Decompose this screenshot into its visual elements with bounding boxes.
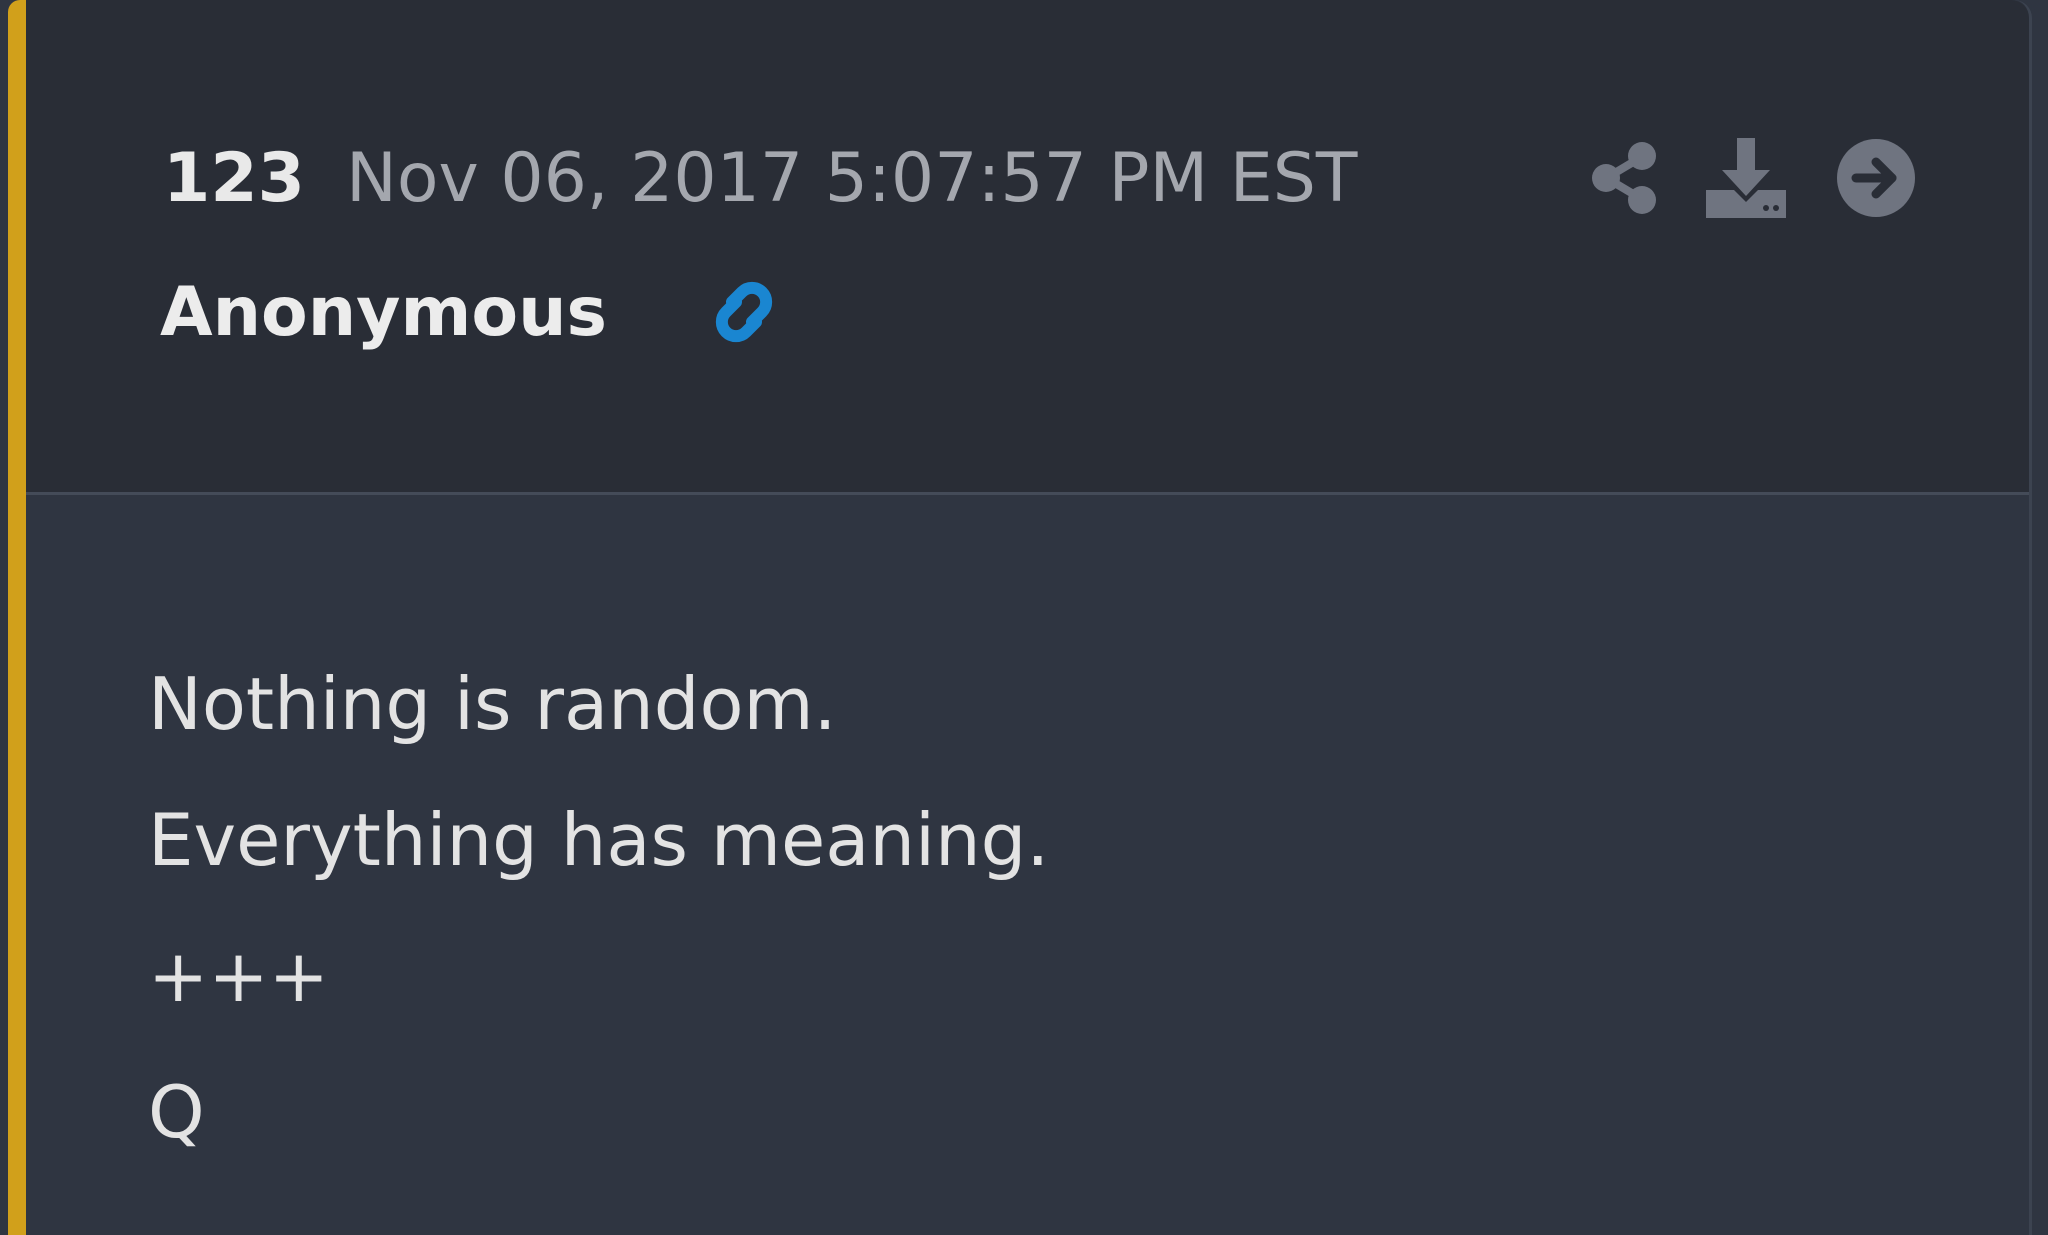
post-header: 123 Nov 06, 2017 5:07:57 PM EST Anonymou… xyxy=(26,0,2029,495)
share-icon[interactable] xyxy=(1586,138,1666,218)
post-body: Nothing is random. Everything has meanin… xyxy=(148,636,1928,1180)
post-line: Nothing is random. xyxy=(148,662,837,746)
link-icon[interactable] xyxy=(702,270,786,354)
arrow-right-circle-icon[interactable] xyxy=(1836,138,1916,218)
post-author: Anonymous xyxy=(160,273,607,352)
post-number: 123 xyxy=(163,139,305,218)
post-line: Everything has meaning. xyxy=(148,798,1050,882)
post-line: +++ xyxy=(148,934,329,1018)
download-icon[interactable] xyxy=(1706,138,1786,218)
post-accent-bar xyxy=(8,0,26,1235)
post-line: Q xyxy=(148,1070,205,1154)
post-timestamp: Nov 06, 2017 5:07:57 PM EST xyxy=(346,139,1358,218)
post-card: 123 Nov 06, 2017 5:07:57 PM EST Anonymou… xyxy=(0,0,2032,1235)
